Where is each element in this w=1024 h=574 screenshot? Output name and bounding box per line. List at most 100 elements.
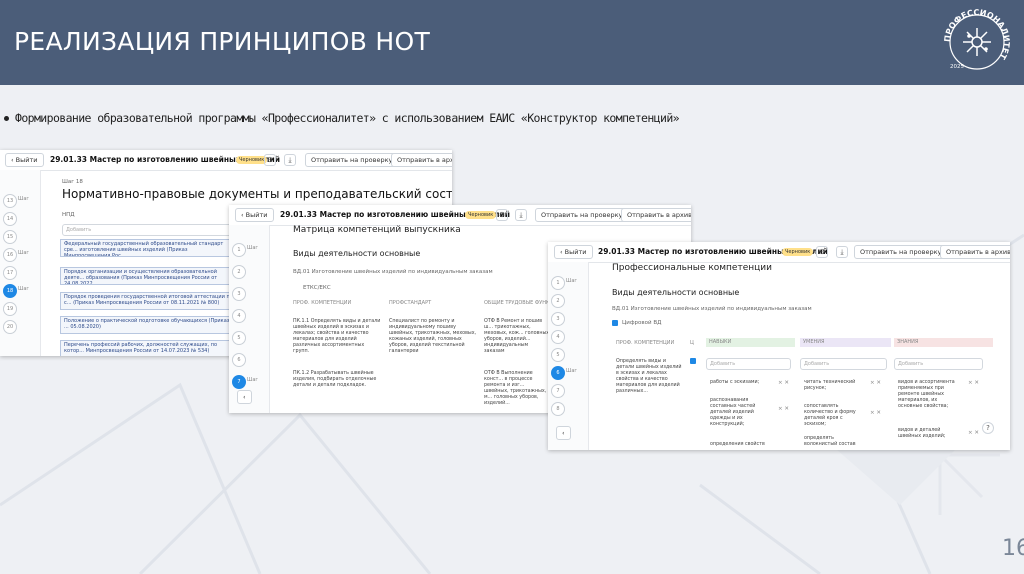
slide-title: РЕАЛИЗАЦИЯ ПРИНЦИПОВ НОТ — [14, 27, 431, 56]
add-document-input[interactable]: Добавить — [62, 224, 237, 236]
back-button[interactable]: ‹ Выйти — [554, 245, 593, 259]
subheading: Виды деятельности основные — [293, 249, 421, 258]
document-item[interactable]: Перечень профессий рабочих, должностей с… — [60, 340, 238, 356]
knowledge-add-input[interactable]: Добавить — [894, 358, 983, 370]
ability-item: читать технический рисунок; — [804, 380, 856, 391]
settings-icon[interactable]: ⚙ — [816, 246, 828, 258]
subheading: Виды деятельности основные — [612, 288, 740, 297]
document-item[interactable]: Положение о практической подготовке обуч… — [60, 316, 238, 334]
skills-add-input[interactable]: Добавить — [706, 358, 791, 370]
competency-cell: Определять виды и детали швейных изделий… — [616, 359, 682, 394]
step-item-active[interactable]: 18 — [3, 284, 17, 298]
bullet-text: Формирование образовательной программы «… — [4, 111, 680, 125]
status-badge: Черновик — [782, 248, 814, 256]
step-item[interactable]: 3 — [551, 312, 565, 326]
remove-icon[interactable]: × ✕ — [778, 406, 789, 412]
download-icon[interactable]: ⤓ — [284, 154, 296, 166]
step-item[interactable]: 2 — [232, 265, 246, 279]
steps-sidebar: 13 14 15 16 17 18 19 20 Шаг Шаг Шаг — [0, 170, 41, 356]
remove-icon[interactable]: × ✕ — [870, 410, 881, 416]
vd-label: ВД.01 Изготовление швейных изделий по ин… — [293, 269, 493, 275]
step-item[interactable]: 4 — [232, 309, 246, 323]
remove-icon[interactable]: × ✕ — [968, 380, 979, 386]
send-review-button[interactable]: Отправить на проверку — [305, 153, 399, 167]
back-button[interactable]: ‹ Выйти — [5, 153, 44, 167]
professionalitet-logo: ПРОФЕССИОНАЛИТЕТ 2025 — [943, 8, 1011, 70]
step-label: Шаг — [566, 368, 578, 374]
logo-year: 2025 — [950, 64, 964, 70]
toolbar: ‹ Выйти 29.01.33 Мастер по изготовлению … — [0, 150, 452, 171]
send-review-button[interactable]: Отправить на проверку — [535, 208, 629, 222]
send-archive-button[interactable]: Отправить в архив — [391, 153, 452, 167]
settings-icon[interactable]: ⚙ — [496, 209, 508, 221]
table-cell: Специалист по ремонту и индивидуальному … — [389, 319, 477, 354]
ability-item: определять волокнистый состав — [804, 436, 856, 447]
section-heading: Нормативно-правовые документы и преподав… — [62, 187, 452, 201]
help-icon[interactable]: ? — [982, 422, 994, 434]
step-item[interactable]: 8 — [551, 402, 565, 416]
step-label: Шаг — [18, 286, 30, 292]
send-archive-button[interactable]: Отправить в архив — [621, 208, 691, 222]
document-item[interactable]: Федеральный государственный образователь… — [60, 239, 238, 257]
step-item[interactable]: 20 — [3, 320, 17, 334]
step-item[interactable]: 3 — [232, 287, 246, 301]
settings-icon[interactable]: ⚙ — [264, 154, 276, 166]
toolbar: ‹ Выйти 29.01.33 Мастер по изготовлению … — [548, 242, 1010, 263]
back-button[interactable]: ‹ Выйти — [235, 208, 274, 222]
abilities-add-input[interactable]: Добавить — [800, 358, 887, 370]
table-cell: ПК.1.1 Определять виды и детали швейных … — [293, 319, 381, 354]
send-review-button[interactable]: Отправить на проверку — [854, 245, 948, 259]
step-item[interactable]: 6 — [232, 353, 246, 367]
steps-sidebar: 1 2 3 4 5 6 7 Шаг Шаг ‹ — [229, 225, 270, 413]
collapse-button[interactable]: ‹ — [556, 426, 571, 440]
table-cell: ОТФ В Выполнение конст... в процессе рем… — [484, 371, 547, 406]
skill-item: определения свойств — [710, 442, 765, 447]
column-header: ОБЩИЕ ТРУДОВЫЕ ФУНК... — [484, 300, 555, 306]
step-item[interactable]: 2 — [551, 294, 565, 308]
skill-item: распознавания составных частей деталей и… — [710, 398, 756, 427]
step-item[interactable]: 5 — [232, 331, 246, 345]
remove-icon[interactable]: × ✕ — [778, 380, 789, 386]
document-item[interactable]: Порядок проведения государственной итого… — [60, 292, 238, 310]
screenshot-competencies: ‹ Выйти 29.01.33 Мастер по изготовлению … — [548, 242, 1010, 450]
download-icon[interactable]: ⤓ — [836, 246, 848, 258]
skill-item: работы с эскизами; — [710, 380, 760, 385]
step-item[interactable]: 17 — [3, 266, 17, 280]
document-item[interactable]: Порядок организации и осуществления обра… — [60, 267, 238, 285]
step-label: Шаг — [247, 377, 259, 383]
step-label: Шаг — [566, 278, 578, 284]
digital-checkbox[interactable] — [612, 320, 618, 326]
step-caption: Шаг 18 — [62, 179, 83, 185]
steps-sidebar: 1 2 3 4 5 6 7 8 Шаг Шаг ‹ — [548, 262, 589, 450]
step-item-active[interactable]: 7 — [232, 375, 246, 389]
step-item[interactable]: 13 — [3, 194, 17, 208]
toolbar: ‹ Выйти 29.01.33 Мастер по изготовлению … — [229, 205, 691, 226]
bullet-label: Формирование образовательной программы «… — [15, 111, 680, 125]
etks-checkbox[interactable]: ЕТКС/ЕКС — [303, 285, 331, 291]
send-archive-button[interactable]: Отправить в архив — [940, 245, 1010, 259]
step-item[interactable]: 14 — [3, 212, 17, 226]
collapse-button[interactable]: ‹ — [237, 390, 252, 404]
vd-label: ВД.01 Изготовление швейных изделий по ин… — [612, 306, 812, 312]
step-item[interactable]: 4 — [551, 330, 565, 344]
section-heading: Матрица компетенций выпускника — [293, 225, 461, 235]
section-heading: Профессиональные компетенции — [612, 263, 772, 273]
step-item[interactable]: 1 — [551, 276, 565, 290]
step-item[interactable]: 19 — [3, 302, 17, 316]
table-cell: ОТФ В Ремонт и пошив ш... трикотажных, м… — [484, 319, 550, 354]
step-item[interactable]: 1 — [232, 243, 246, 257]
step-item[interactable]: 5 — [551, 348, 565, 362]
remove-icon[interactable]: × ✕ — [870, 380, 881, 386]
remove-icon[interactable]: × ✕ — [968, 430, 979, 436]
digital-flag-checkbox[interactable] — [690, 358, 696, 364]
bullet-dot — [4, 116, 9, 121]
column-header: ПРОФСТАНДАРТ — [389, 300, 432, 306]
step-label: Шаг — [18, 250, 30, 256]
step-item-active[interactable]: 6 — [551, 366, 565, 380]
step-item[interactable]: 15 — [3, 230, 17, 244]
slide-header: РЕАЛИЗАЦИЯ ПРИНЦИПОВ НОТ ПРОФЕССИОНАЛИТЕ… — [0, 0, 1024, 85]
download-icon[interactable]: ⤓ — [515, 209, 527, 221]
step-item[interactable]: 16 — [3, 248, 17, 262]
ability-item: сопоставлять количество и форму деталей … — [804, 404, 856, 427]
step-item[interactable]: 7 — [551, 384, 565, 398]
